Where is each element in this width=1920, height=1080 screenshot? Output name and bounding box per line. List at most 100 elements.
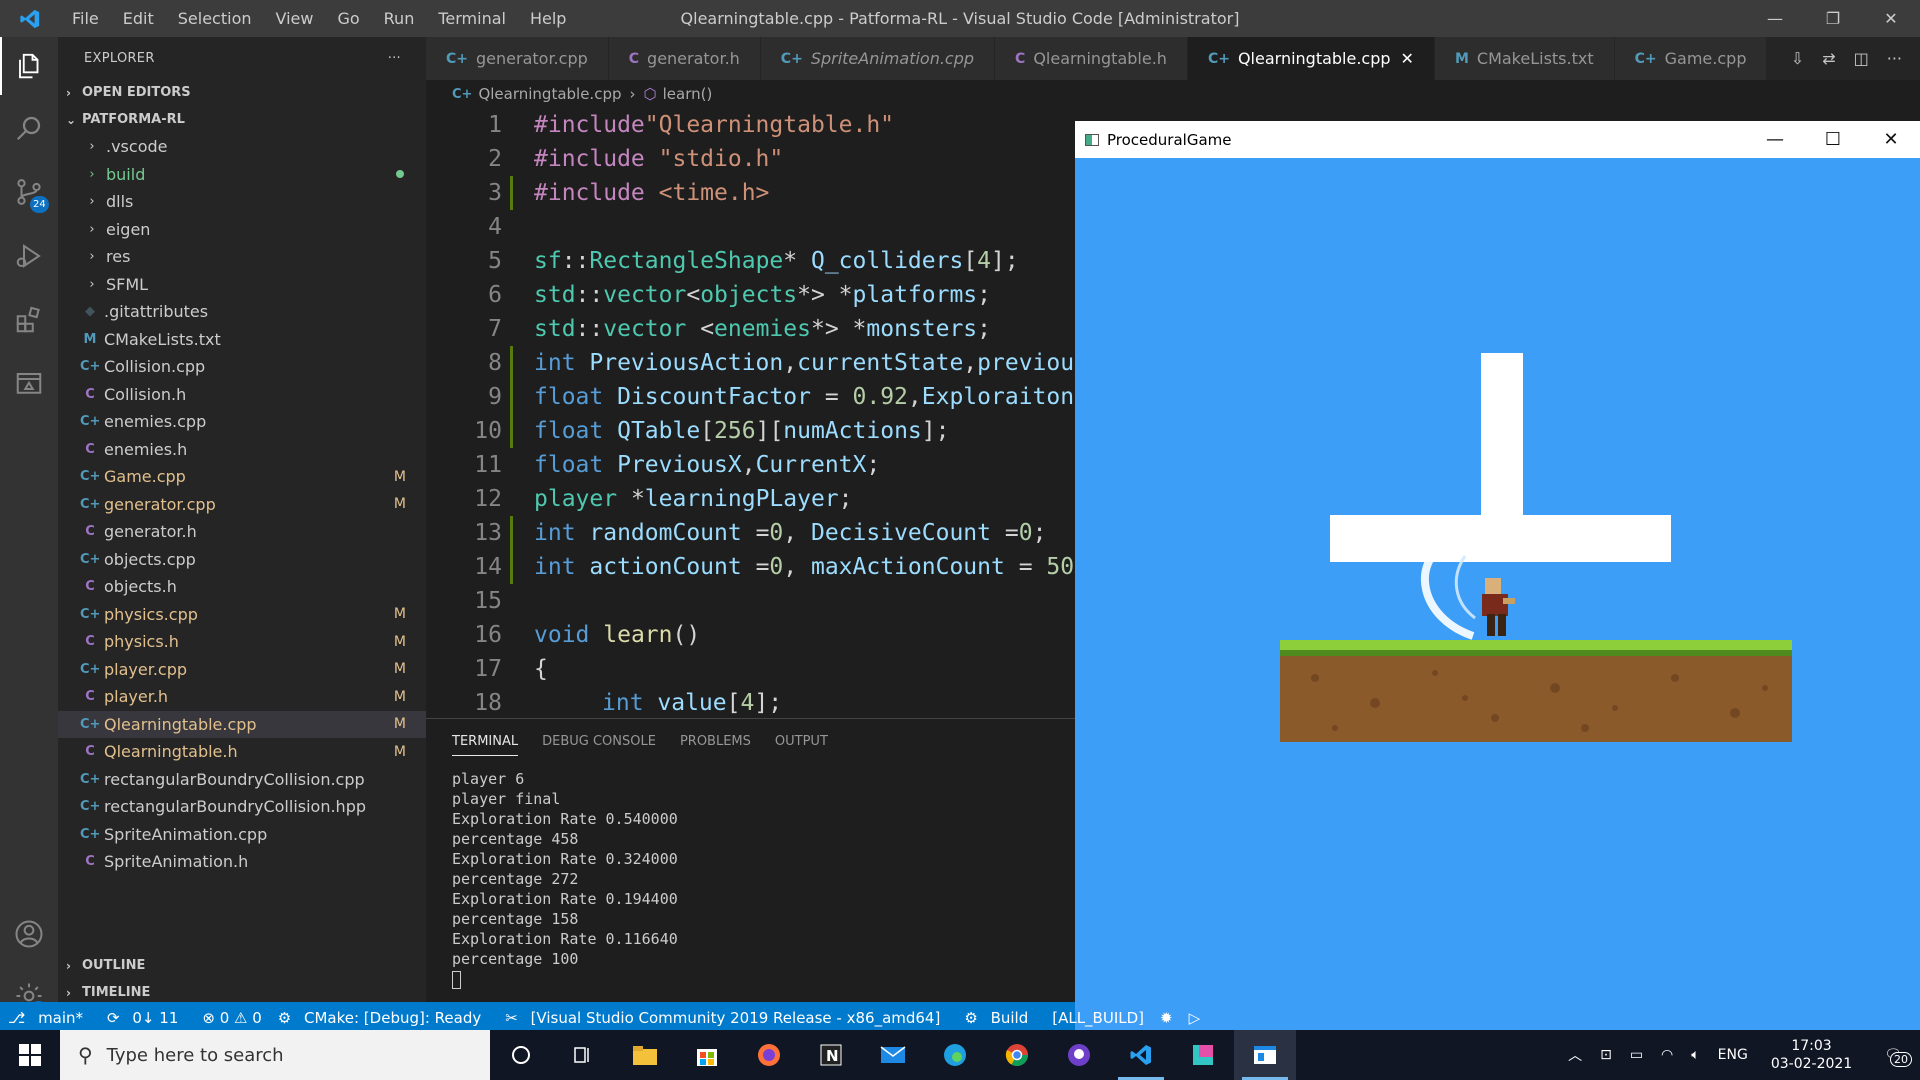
run-icon[interactable]: ▷: [1181, 1009, 1209, 1027]
battery-icon[interactable]: ▭: [1621, 1047, 1652, 1063]
tab-problems[interactable]: PROBLEMS: [680, 734, 751, 749]
chrome-icon[interactable]: [986, 1030, 1048, 1080]
close-icon[interactable]: ✕: [1862, 121, 1920, 158]
build-target[interactable]: [ALL_BUILD]: [1044, 1009, 1152, 1027]
project-section[interactable]: ⌄ PATFORMA-RL: [58, 106, 426, 133]
menu-edit[interactable]: Edit: [111, 0, 166, 37]
menu-view[interactable]: View: [264, 0, 326, 37]
restore-icon[interactable]: ❐: [1804, 0, 1862, 37]
git-compare-icon[interactable]: ⇄: [1822, 49, 1835, 68]
mail-icon[interactable]: [862, 1030, 924, 1080]
outline-section[interactable]: › OUTLINE: [58, 952, 426, 979]
file-item[interactable]: C+ generator.cpp M: [58, 491, 426, 519]
store-icon[interactable]: [676, 1030, 738, 1080]
minimize-icon[interactable]: —: [1746, 0, 1804, 37]
procedural-game-taskbar-icon[interactable]: [1234, 1030, 1296, 1080]
more-actions-icon[interactable]: ···: [388, 51, 401, 66]
open-editors-section[interactable]: › OPEN EDITORS: [58, 79, 426, 106]
firefox-icon[interactable]: [738, 1030, 800, 1080]
editor-tab[interactable]: C+ generator.cpp: [426, 37, 609, 80]
debug-icon[interactable]: ✹: [1152, 1009, 1181, 1027]
run-debug-icon[interactable]: [0, 227, 58, 285]
file-item[interactable]: C+ player.cpp M: [58, 656, 426, 684]
terminal-output[interactable]: player 6 player final Exploration Rate 0.5…: [426, 763, 1076, 989]
editor-tab[interactable]: C+ SpriteAnimation.cpp: [760, 37, 996, 80]
explorer-icon[interactable]: [0, 37, 58, 95]
extensions-icon[interactable]: [0, 291, 58, 349]
menu-terminal[interactable]: Terminal: [426, 0, 518, 37]
folder-item[interactable]: › res: [58, 243, 426, 271]
notion-icon[interactable]: N: [800, 1030, 862, 1080]
menu-selection[interactable]: Selection: [166, 0, 264, 37]
file-item[interactable]: ◆ .gitattributes: [58, 298, 426, 326]
remote-explorer-icon[interactable]: [0, 355, 58, 413]
taskbar-search-box[interactable]: ⚲ Type here to search: [60, 1030, 490, 1080]
close-tab-icon[interactable]: ✕: [1401, 49, 1414, 68]
editor-tab[interactable]: Cgenerator.h: [608, 37, 761, 80]
file-item[interactable]: C+ SpriteAnimation.cpp: [58, 821, 426, 849]
file-explorer-icon[interactable]: [614, 1030, 676, 1080]
file-item[interactable]: C+ objects.cpp: [58, 546, 426, 574]
editor-tab[interactable]: C+ Qlearningtable.cpp ✕: [1187, 37, 1435, 80]
file-item[interactable]: C+ Game.cpp M: [58, 463, 426, 491]
maximize-icon[interactable]: ☐: [1804, 121, 1862, 158]
compare-icon[interactable]: ⇩: [1791, 49, 1804, 68]
file-item[interactable]: C+ physics.cpp M: [58, 601, 426, 629]
editor-tab[interactable]: C+ Game.cpp: [1614, 37, 1768, 80]
git-branch[interactable]: ⎇ main*: [0, 1009, 99, 1027]
tab-debug-console[interactable]: DEBUG CONSOLE: [542, 734, 656, 749]
editor-tab[interactable]: C Qlearningtable.h: [995, 37, 1188, 80]
menu-file[interactable]: File: [60, 0, 111, 37]
account-icon[interactable]: [0, 905, 58, 963]
close-icon[interactable]: ✕: [1862, 0, 1920, 37]
breadcrumb-symbol[interactable]: learn(): [663, 85, 713, 103]
task-view-icon[interactable]: [552, 1030, 614, 1080]
tab-terminal[interactable]: TERMINAL: [452, 734, 519, 756]
folder-item[interactable]: › SFML: [58, 271, 426, 299]
file-item[interactable]: C Collision.h: [58, 381, 426, 409]
cmake-status[interactable]: ⚙ CMake: [Debug]: Ready: [270, 1009, 497, 1027]
github-desktop-icon[interactable]: [1048, 1030, 1110, 1080]
folder-item[interactable]: › build: [58, 161, 426, 189]
file-item[interactable]: Cphysics.h M: [58, 628, 426, 656]
folder-item[interactable]: › eigen: [58, 216, 426, 244]
file-item[interactable]: Cplayer.h M: [58, 683, 426, 711]
meet-now-icon[interactable]: ⊡: [1591, 1047, 1621, 1063]
windows-start-icon[interactable]: [0, 1030, 60, 1080]
cmake-kit[interactable]: ✂ [Visual Studio Community 2019 Release …: [497, 1009, 956, 1027]
game-window[interactable]: ProceduralGame — ☐ ✕: [1075, 121, 1920, 1030]
file-item[interactable]: Cenemies.h: [58, 436, 426, 464]
source-control-icon[interactable]: 24: [0, 163, 58, 221]
wifi-icon[interactable]: ◠: [1652, 1047, 1682, 1063]
volume-icon[interactable]: 🔈︎: [1682, 1047, 1708, 1063]
problems-count[interactable]: ⊗ 0 ⚠ 0: [194, 1009, 269, 1027]
language-indicator[interactable]: ENG: [1709, 1047, 1757, 1063]
folder-item[interactable]: › .vscode: [58, 133, 426, 161]
file-item[interactable]: C+ enemies.cpp: [58, 408, 426, 436]
file-item[interactable]: C+ rectangularBoundryCollision.hpp: [58, 793, 426, 821]
file-item[interactable]: C+ rectangularBoundryCollision.cpp: [58, 766, 426, 794]
clock[interactable]: 17:03 03-02-2021: [1757, 1037, 1866, 1073]
file-item[interactable]: M CMakeLists.txt: [58, 326, 426, 354]
file-item[interactable]: C SpriteAnimation.h: [58, 848, 426, 876]
editor-tab[interactable]: M CMakeLists.txt: [1434, 37, 1615, 80]
breadcrumb-file[interactable]: Qlearningtable.cpp: [478, 85, 621, 103]
menu-run[interactable]: Run: [372, 0, 427, 37]
file-item[interactable]: C+ Qlearningtable.cpp M: [58, 710, 426, 738]
notification-icon[interactable]: 🗨︎20: [1866, 1047, 1920, 1067]
build-button[interactable]: ⚙ Build: [956, 1009, 1044, 1027]
split-editor-icon[interactable]: ◫: [1854, 49, 1869, 68]
menu-go[interactable]: Go: [325, 0, 371, 37]
file-item[interactable]: C Qlearningtable.h M: [58, 738, 426, 766]
app-colorful-icon[interactable]: [1172, 1030, 1234, 1080]
minimize-icon[interactable]: —: [1746, 121, 1804, 158]
edge-icon[interactable]: [924, 1030, 986, 1080]
file-item[interactable]: Cobjects.h: [58, 573, 426, 601]
file-item[interactable]: C+ Collision.cpp: [58, 353, 426, 381]
tab-output[interactable]: OUTPUT: [775, 734, 828, 749]
menu-help[interactable]: Help: [518, 0, 578, 37]
code-editor[interactable]: 1 #include"Qlearningtable.h" 2 #include "s…: [426, 108, 1076, 718]
cortana-icon[interactable]: [490, 1030, 552, 1080]
search-icon[interactable]: [0, 99, 58, 157]
file-item[interactable]: Cgenerator.h: [58, 518, 426, 546]
